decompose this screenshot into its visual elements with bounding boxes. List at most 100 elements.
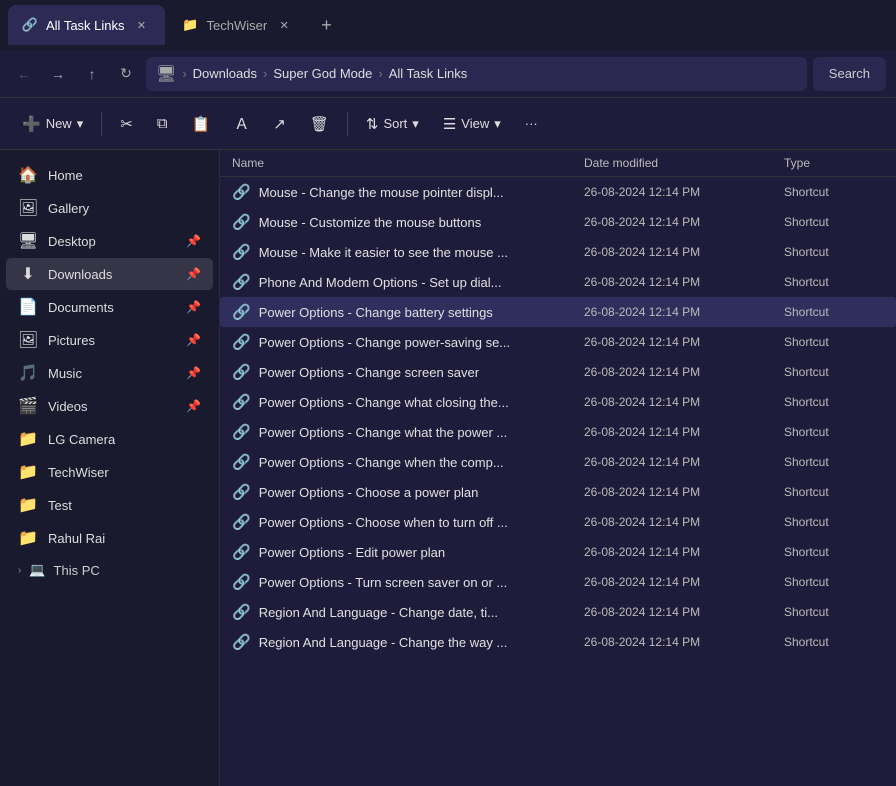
tab-all-task-links[interactable]: 🔗 All Task Links ✕: [8, 5, 165, 45]
file-date-cell: 26-08-2024 12:14 PM: [584, 485, 784, 499]
tab-techwiser[interactable]: 📁 TechWiser ✕: [169, 5, 308, 45]
file-name-cell: 🔗 Mouse - Change the mouse pointer displ…: [232, 183, 584, 201]
table-row[interactable]: 🔗 Power Options - Edit power plan 26-08-…: [220, 537, 896, 567]
sidebar-item-documents[interactable]: 📄 Documents 📌: [6, 291, 213, 323]
forward-button[interactable]: →: [44, 60, 72, 88]
sidebar-item-gallery[interactable]: 🖼 Gallery: [6, 192, 213, 224]
file-date-cell: 26-08-2024 12:14 PM: [584, 395, 784, 409]
table-row[interactable]: 🔗 Power Options - Change power-saving se…: [220, 327, 896, 357]
file-type-cell: Shortcut: [784, 185, 884, 199]
music-icon: 🎵: [18, 363, 38, 383]
tab-label-all-task-links: All Task Links: [46, 18, 125, 33]
file-date-cell: 26-08-2024 12:14 PM: [584, 305, 784, 319]
file-shortcut-icon: 🔗: [232, 333, 251, 351]
this-pc-chevron: ›: [18, 565, 21, 576]
file-date-cell: 26-08-2024 12:14 PM: [584, 605, 784, 619]
new-tab-button[interactable]: +: [311, 11, 342, 40]
new-button[interactable]: ➕ New ▾: [12, 106, 93, 142]
view-label: View: [461, 116, 489, 131]
home-icon: 🏠: [18, 165, 38, 185]
breadcrumb-super-god-mode[interactable]: Super God Mode: [273, 66, 372, 81]
file-name-text: Phone And Modem Options - Set up dial...: [259, 275, 502, 290]
sort-label: Sort: [383, 116, 407, 131]
table-row[interactable]: 🔗 Power Options - Turn screen saver on o…: [220, 567, 896, 597]
rename-button[interactable]: Ａ: [224, 106, 259, 142]
file-type-cell: Shortcut: [784, 365, 884, 379]
desktop-pin-icon: 📌: [186, 234, 201, 248]
file-shortcut-icon: 🔗: [232, 513, 251, 531]
view-dropdown-icon: ▾: [494, 116, 501, 132]
pictures-pin-icon: 📌: [186, 333, 201, 347]
table-row[interactable]: 🔗 Power Options - Choose when to turn of…: [220, 507, 896, 537]
table-row[interactable]: 🔗 Phone And Modem Options - Set up dial.…: [220, 267, 896, 297]
title-bar: 🔗 All Task Links ✕ 📁 TechWiser ✕ +: [0, 0, 896, 50]
sidebar-label-home: Home: [48, 168, 201, 183]
cut-button[interactable]: ✂: [110, 106, 143, 142]
file-type-cell: Shortcut: [784, 545, 884, 559]
file-name-text: Power Options - Choose a power plan: [259, 485, 479, 500]
sidebar-label-this-pc: This PC: [54, 563, 100, 578]
sidebar-label-gallery: Gallery: [48, 201, 201, 216]
file-type-cell: Shortcut: [784, 305, 884, 319]
sort-button[interactable]: ⇅ Sort ▾: [356, 106, 429, 142]
sidebar-label-lg-camera: LG Camera: [48, 432, 201, 447]
downloads-pin-icon: 📌: [186, 267, 201, 281]
table-row[interactable]: 🔗 Power Options - Change what closing th…: [220, 387, 896, 417]
search-button[interactable]: Search: [813, 57, 886, 91]
back-button[interactable]: ←: [10, 60, 38, 88]
file-name-cell: 🔗 Region And Language - Change date, ti.…: [232, 603, 584, 621]
more-button[interactable]: ···: [515, 106, 548, 142]
refresh-button[interactable]: ↻: [112, 60, 140, 88]
view-button[interactable]: ☰ View ▾: [433, 106, 511, 142]
table-row[interactable]: 🔗 Mouse - Make it easier to see the mous…: [220, 237, 896, 267]
table-row[interactable]: 🔗 Power Options - Change when the comp..…: [220, 447, 896, 477]
share-button[interactable]: ↗: [263, 106, 296, 142]
file-name-text: Power Options - Change what the power ..…: [259, 425, 508, 440]
file-date-cell: 26-08-2024 12:14 PM: [584, 545, 784, 559]
file-shortcut-icon: 🔗: [232, 573, 251, 591]
delete-button[interactable]: 🗑: [300, 106, 339, 142]
lg-camera-icon: 📁: [18, 429, 38, 449]
breadcrumb-all-task-links[interactable]: All Task Links: [389, 66, 468, 81]
table-row[interactable]: 🔗 Mouse - Change the mouse pointer displ…: [220, 177, 896, 207]
sidebar-item-desktop[interactable]: 🖥 Desktop 📌: [6, 225, 213, 257]
sidebar-this-pc[interactable]: › 💻 This PC: [6, 556, 213, 584]
file-name-cell: 🔗 Power Options - Turn screen saver on o…: [232, 573, 584, 591]
file-name-cell: 🔗 Power Options - Change what closing th…: [232, 393, 584, 411]
file-name-text: Power Options - Change battery settings: [259, 305, 493, 320]
share-icon: ↗: [273, 115, 286, 133]
file-type-cell: Shortcut: [784, 485, 884, 499]
table-row[interactable]: 🔗 Region And Language - Change the way .…: [220, 627, 896, 657]
table-row[interactable]: 🔗 Power Options - Change battery setting…: [220, 297, 896, 327]
file-name-cell: 🔗 Region And Language - Change the way .…: [232, 633, 584, 651]
tab-close-all-task-links[interactable]: ✕: [133, 16, 151, 34]
table-row[interactable]: 🔗 Mouse - Customize the mouse buttons 26…: [220, 207, 896, 237]
file-list: 🔗 Mouse - Change the mouse pointer displ…: [220, 177, 896, 657]
file-type-cell: Shortcut: [784, 275, 884, 289]
file-type-cell: Shortcut: [784, 215, 884, 229]
sidebar-item-music[interactable]: 🎵 Music 📌: [6, 357, 213, 389]
paste-button[interactable]: 📋: [182, 106, 221, 142]
file-name-cell: 🔗 Mouse - Customize the mouse buttons: [232, 213, 584, 231]
sidebar-label-music: Music: [48, 366, 176, 381]
sidebar-item-lg-camera[interactable]: 📁 LG Camera: [6, 423, 213, 455]
sidebar-item-techwiser[interactable]: 📁 TechWiser: [6, 456, 213, 488]
table-row[interactable]: 🔗 Power Options - Change what the power …: [220, 417, 896, 447]
copy-button[interactable]: ⧉: [147, 106, 178, 142]
tab-label-techwiser: TechWiser: [207, 18, 268, 33]
sidebar-item-rahul-rai[interactable]: 📁 Rahul Rai: [6, 522, 213, 554]
file-name-cell: 🔗 Power Options - Change screen saver: [232, 363, 584, 381]
table-row[interactable]: 🔗 Power Options - Change screen saver 26…: [220, 357, 896, 387]
table-row[interactable]: 🔗 Region And Language - Change date, ti.…: [220, 597, 896, 627]
table-row[interactable]: 🔗 Power Options - Choose a power plan 26…: [220, 477, 896, 507]
address-bar: ← → ↑ ↻ 🖥 › Downloads › Super God Mode ›…: [0, 50, 896, 98]
sidebar-item-pictures[interactable]: 🖼 Pictures 📌: [6, 324, 213, 356]
sidebar-item-downloads[interactable]: ⬇ Downloads 📌: [6, 258, 213, 290]
breadcrumb-downloads[interactable]: Downloads: [193, 66, 257, 81]
tab-close-techwiser[interactable]: ✕: [275, 16, 293, 34]
sidebar-item-test[interactable]: 📁 Test: [6, 489, 213, 521]
sidebar-item-home[interactable]: 🏠 Home: [6, 159, 213, 191]
up-button[interactable]: ↑: [78, 60, 106, 88]
sidebar-item-videos[interactable]: 🎬 Videos 📌: [6, 390, 213, 422]
file-date-cell: 26-08-2024 12:14 PM: [584, 635, 784, 649]
